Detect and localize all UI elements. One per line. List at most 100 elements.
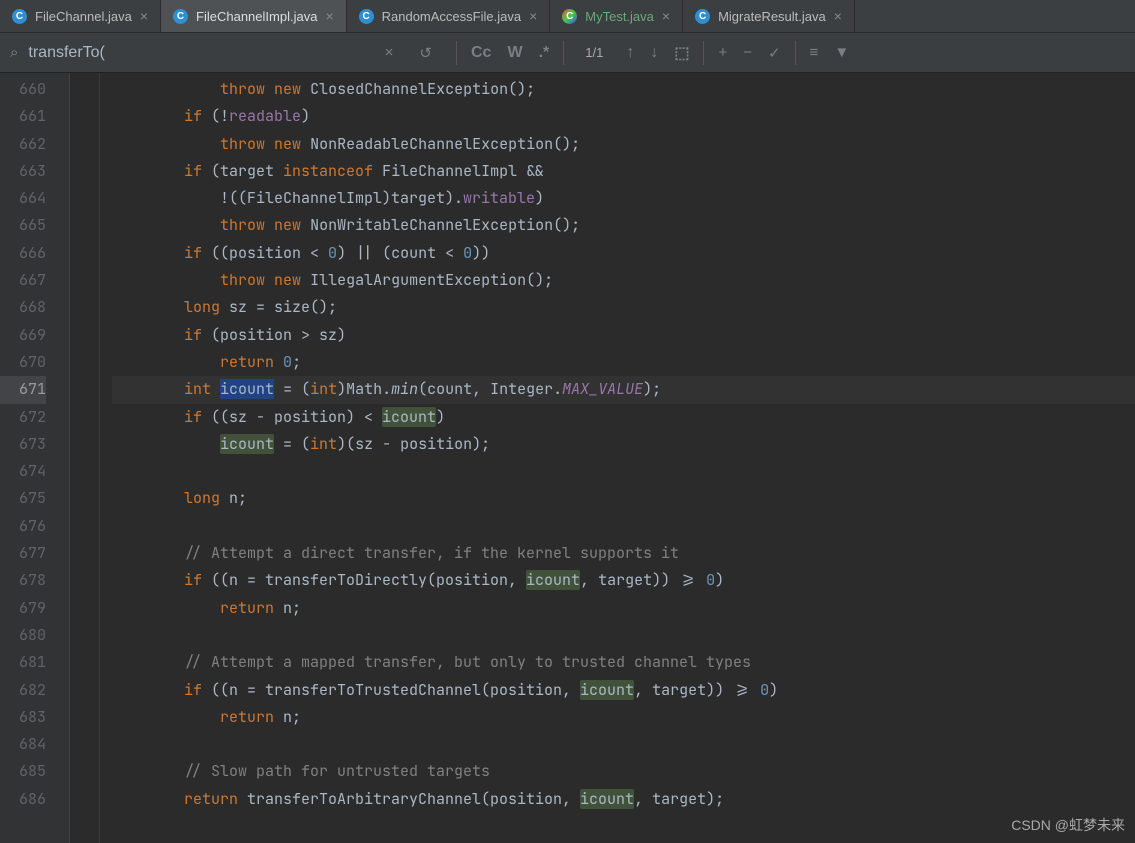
tab-filechannel-java[interactable]: C FileChannel.java ×	[0, 0, 161, 32]
history-icon[interactable]: ↺	[411, 40, 440, 66]
add-selection-button[interactable]: +	[710, 40, 735, 65]
line-number: 672	[0, 404, 46, 431]
line-number: 680	[0, 622, 46, 649]
line-number: 671	[0, 376, 46, 403]
match-case-button[interactable]: Cc	[463, 40, 499, 66]
divider	[703, 41, 704, 65]
close-icon[interactable]: ×	[140, 8, 148, 24]
code-line[interactable]: // Attempt a mapped transfer, but only t…	[112, 649, 1135, 676]
tab-label: RandomAccessFile.java	[382, 9, 521, 24]
prev-occurrence-button[interactable]: ↑	[618, 40, 642, 66]
line-number: 678	[0, 567, 46, 594]
line-number: 666	[0, 240, 46, 267]
line-number: 675	[0, 485, 46, 512]
line-number: 674	[0, 458, 46, 485]
line-number: 681	[0, 649, 46, 676]
tab-label: FileChannelImpl.java	[196, 9, 317, 24]
code-line[interactable]: if (target instanceof FileChannelImpl &&	[112, 158, 1135, 185]
filter-button[interactable]: ▼	[826, 40, 857, 65]
tab-filechannelimpl-java[interactable]: C FileChannelImpl.java ×	[161, 0, 347, 32]
file-icon: C	[12, 9, 27, 24]
line-number: 665	[0, 212, 46, 239]
line-number: 676	[0, 513, 46, 540]
divider	[795, 41, 796, 65]
gutter: 6606616626636646656666676686696706716726…	[0, 73, 56, 843]
code-line[interactable]: if ((n = transferToTrustedChannel(positi…	[112, 677, 1135, 704]
clear-search-icon[interactable]: ×	[377, 40, 402, 65]
file-icon: C	[562, 9, 577, 24]
editor: 6606616626636646656666676686696706716726…	[0, 73, 1135, 843]
code-line[interactable]: int icount = (int)Math.min(count, Intege…	[112, 376, 1135, 403]
close-icon[interactable]: ×	[662, 8, 670, 24]
tab-mytest-java[interactable]: C MyTest.java ×	[550, 0, 683, 32]
code-line[interactable]: if ((position < 0) || (count < 0))	[112, 240, 1135, 267]
line-number: 669	[0, 322, 46, 349]
code-line[interactable]: // Slow path for untrusted targets	[112, 758, 1135, 785]
line-number: 670	[0, 349, 46, 376]
search-input[interactable]	[28, 44, 366, 62]
close-icon[interactable]: ×	[529, 8, 537, 24]
code-line[interactable]: !((FileChannelImpl)target).writable)	[112, 185, 1135, 212]
code-line[interactable]	[112, 458, 1135, 485]
result-count: 1/1	[570, 45, 618, 60]
file-icon: C	[695, 9, 710, 24]
file-icon: C	[359, 9, 374, 24]
close-icon[interactable]: ×	[834, 8, 842, 24]
close-icon[interactable]: ×	[325, 8, 333, 24]
code-line[interactable]: return transferToArbitraryChannel(positi…	[112, 786, 1135, 813]
remove-selection-button[interactable]: −	[735, 40, 760, 65]
line-number: 661	[0, 103, 46, 130]
code-line[interactable]: // Attempt a direct transfer, if the ker…	[112, 540, 1135, 567]
tab-migrateresult-java[interactable]: CMigrateResult.java×	[683, 0, 855, 32]
code-line[interactable]: long n;	[112, 485, 1135, 512]
divider	[456, 41, 457, 65]
select-all-button[interactable]: ⬚	[666, 39, 697, 67]
tab-randomaccessfile-java[interactable]: C RandomAccessFile.java ×	[347, 0, 551, 32]
line-number: 664	[0, 185, 46, 212]
code-line[interactable]: return 0;	[112, 349, 1135, 376]
line-number: 679	[0, 595, 46, 622]
code-line[interactable]: return n;	[112, 704, 1135, 731]
divider	[563, 41, 564, 65]
regex-button[interactable]: .*	[531, 40, 558, 66]
line-number: 683	[0, 704, 46, 731]
find-toolbar: ⌕ × ↺ Cc W .* 1/1 ↑ ↓ ⬚ + − ✓ ≡ ▼	[0, 33, 1135, 73]
search-icon: ⌕	[10, 44, 18, 61]
code-area[interactable]: throw new ClosedChannelException(); if (…	[100, 73, 1135, 843]
code-line[interactable]: if (!readable)	[112, 103, 1135, 130]
code-line[interactable]	[112, 731, 1135, 758]
code-line[interactable]: return n;	[112, 595, 1135, 622]
code-line[interactable]: throw new IllegalArgumentException();	[112, 267, 1135, 294]
line-number: 663	[0, 158, 46, 185]
words-button[interactable]: W	[499, 40, 530, 66]
code-line[interactable]: throw new NonWritableChannelException();	[112, 212, 1135, 239]
code-line[interactable]	[112, 622, 1135, 649]
line-number: 682	[0, 677, 46, 704]
line-number: 662	[0, 131, 46, 158]
code-line[interactable]: throw new ClosedChannelException();	[112, 76, 1135, 103]
code-line[interactable]: long sz = size();	[112, 294, 1135, 321]
check-selection-button[interactable]: ✓	[760, 40, 789, 66]
line-number: 685	[0, 758, 46, 785]
code-line[interactable]	[112, 513, 1135, 540]
code-line[interactable]: icount = (int)(sz - position);	[112, 431, 1135, 458]
next-occurrence-button[interactable]: ↓	[642, 40, 666, 66]
filter-list-button[interactable]: ≡	[802, 40, 827, 65]
watermark: CSDN @虹梦未来	[1011, 815, 1125, 835]
code-line[interactable]: throw new NonReadableChannelException();	[112, 131, 1135, 158]
code-line[interactable]: if (position > sz)	[112, 322, 1135, 349]
search-wrap: ⌕ × ↺	[0, 40, 450, 66]
guide-strip	[70, 73, 100, 843]
code-line[interactable]: if ((sz - position) < icount)	[112, 404, 1135, 431]
line-number: 660	[0, 76, 46, 103]
line-number: 677	[0, 540, 46, 567]
tab-label: MyTest.java	[585, 9, 654, 24]
line-number: 673	[0, 431, 46, 458]
fold-strip	[56, 73, 70, 843]
file-icon: C	[173, 9, 188, 24]
editor-tabs: C FileChannel.java × C FileChannelImpl.java ×…	[0, 0, 1135, 33]
line-number: 668	[0, 294, 46, 321]
line-number: 684	[0, 731, 46, 758]
code-line[interactable]: if ((n = transferToDirectly(position, ic…	[112, 567, 1135, 594]
tab-label: FileChannel.java	[35, 9, 132, 24]
